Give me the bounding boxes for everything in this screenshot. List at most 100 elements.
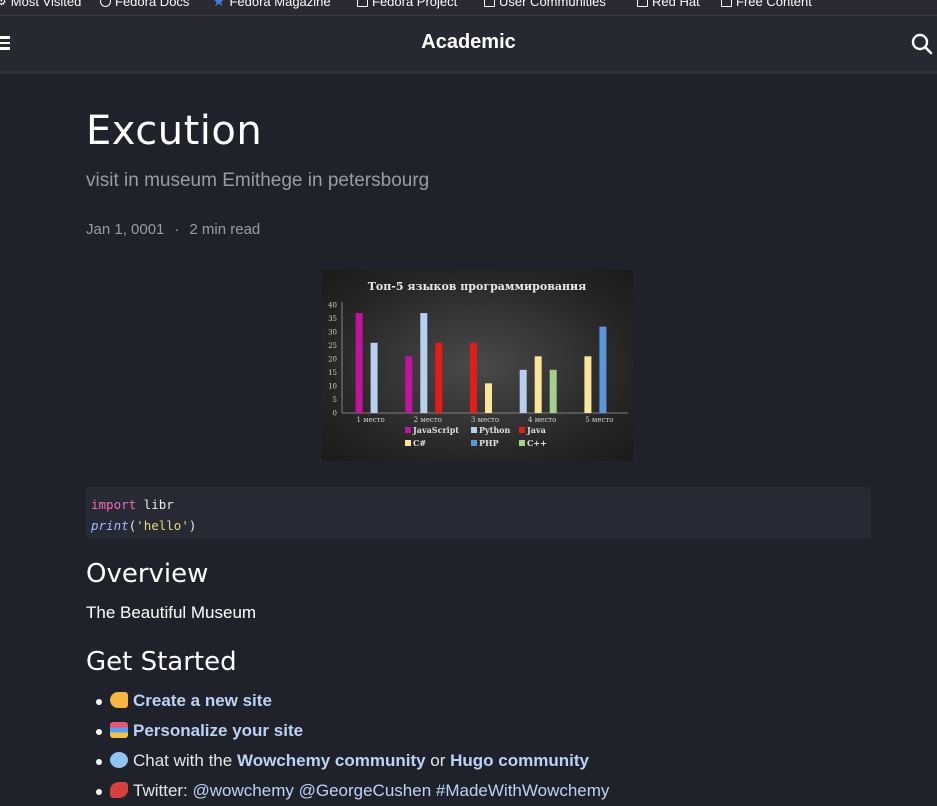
chart-title: Топ-5 языков программирования [368,280,587,293]
bar-php [599,326,607,413]
article-date: Jan 1, 0001 [86,221,165,238]
get-started-list: Create a new site Personalize your site … [86,686,609,806]
bar-chart-image: Топ-5 языков программирования 0 5 10 15 20 25 3… [322,270,633,461]
gear-icon: ⚙ [0,0,7,9]
madewithwowchemy-hashtag-link[interactable]: #MadeWithWowchemy [436,781,610,800]
code-line-2: print('hello') [91,515,866,536]
folder-icon [721,0,732,7]
code-line-1: import libr [91,494,866,515]
get-started-heading: Get Started [86,647,237,677]
site-brand[interactable]: Academic [0,31,937,54]
bookmark-free-content[interactable]: Free Content [721,0,812,9]
code-paren: ) [188,518,197,533]
bar-c- [534,356,542,413]
chat-prefix: Chat with the [133,751,237,770]
bar-python [370,342,378,413]
bar-chart: Топ-5 языков программирования 0 5 10 15 20 25 3… [328,280,628,448]
folder-icon [637,0,648,7]
star-icon: ★ [212,0,226,10]
legend-swatch [519,440,525,446]
bookmark-label: Fedora Project [372,0,458,9]
bookmark-label: Fedora Magazine [229,0,331,9]
page-subtitle: visit in museum Emithege in petersbourg [86,170,430,191]
bar-c- [485,383,492,413]
x-tick-label: 3 место [471,416,499,424]
y-tick-label: 40 [328,302,337,310]
legend-label: C++ [527,438,547,448]
y-tick-label: 20 [328,356,337,364]
personalize-site-link[interactable]: Personalize your site [133,721,303,740]
bar-python [519,369,527,413]
twitter-prefix: Twitter: [133,781,193,800]
y-tick-label: 10 [328,383,337,391]
legend-label: Python [479,425,511,435]
bookmark-label: Free Content [736,0,812,9]
georgecushen-twitter-link[interactable]: @GeorgeCushen [299,781,432,800]
bookmark-label: Red Hat [652,0,700,9]
legend-swatch [405,440,411,446]
bar-c- [584,356,592,413]
legend-label: PHP [479,438,499,448]
speech-bubble-icon [110,752,128,768]
bookmarks-toolbar: ⚙ Most Visited Fedora Docs ★ Fedora Maga… [0,0,937,16]
y-tick-label: 30 [328,329,337,337]
bookmark-fedora-magazine[interactable]: ★ Fedora Magazine [212,0,331,9]
y-tick-label: 25 [328,342,337,350]
x-tick-label: 5 место [585,416,613,424]
legend-swatch [471,427,477,433]
y-tick-label: 15 [328,369,337,377]
search-icon[interactable] [911,33,933,55]
legend-swatch [519,427,525,433]
bar-javascript [355,313,363,413]
bookmark-fedora-docs[interactable]: Fedora Docs [100,0,189,9]
bookmark-label: User Communities [499,0,606,9]
hugo-community-link[interactable]: Hugo community [450,751,589,770]
legend-label: JavaScript [412,425,459,435]
y-tick-label: 0 [333,410,337,418]
legend-label: C# [413,438,426,448]
bookmark-most-visited[interactable]: ⚙ Most Visited [0,0,81,9]
overview-heading: Overview [86,559,209,589]
code-block: import libr print('hello') [86,487,871,539]
bookmark-label: Fedora Docs [115,0,190,9]
folder-icon [484,0,495,7]
list-item: Chat with the Wowchemy community or Hugo… [95,746,609,776]
site-navbar: Academic [0,16,937,74]
y-tick-label: 5 [333,396,337,404]
bar-java [435,342,443,413]
code-keyword: import [91,497,137,512]
books-icon [110,722,128,738]
code-string: 'hello' [136,518,189,533]
bird-icon [110,782,128,798]
code-text: libr [136,497,174,512]
legend-label: Java [526,425,546,435]
wowchemy-community-link[interactable]: Wowchemy community [237,751,426,770]
page-title: Excution [86,108,263,154]
folder-icon [357,0,368,7]
wowchemy-twitter-link[interactable]: @wowchemy [193,781,294,800]
overview-text: The Beautiful Museum [86,603,257,622]
x-tick-label: 2 место [414,416,442,424]
pointing-hand-icon [110,692,128,708]
read-time: 2 min read [189,221,261,238]
bar-python [420,313,428,413]
meta-separator: · [174,221,180,238]
bookmark-label: Most Visited [10,0,82,9]
bookmark-red-hat[interactable]: Red Hat [637,0,700,9]
x-tick-label: 4 место [528,416,556,424]
list-item: Create a new site [95,686,609,716]
chat-or: or [425,751,451,770]
y-tick-label: 35 [328,315,337,323]
bookmark-user-communities[interactable]: User Communities [484,0,606,9]
code-function: print [91,518,129,533]
bookmark-fedora-project[interactable]: Fedora Project [357,0,457,9]
legend-swatch [405,427,411,433]
bar-javascript [405,356,413,413]
legend-swatch [471,440,477,446]
article-meta: Jan 1, 0001 · 2 min read [86,221,260,238]
x-tick-label: 1 место [356,416,384,424]
list-item: Personalize your site [95,716,609,746]
bar-c- [549,369,557,413]
bar-java [470,342,477,413]
create-site-link[interactable]: Create a new site [133,691,272,710]
